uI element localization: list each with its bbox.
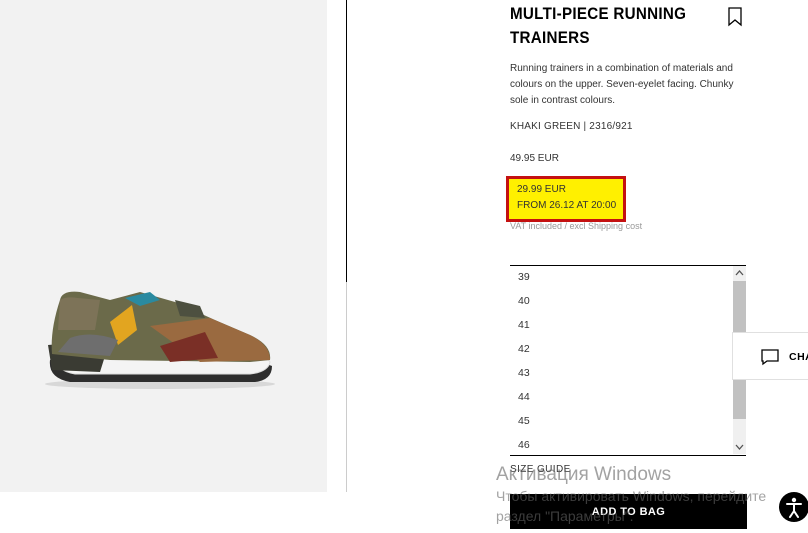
size-option[interactable]: 42 — [518, 343, 530, 355]
chat-label: CHA — [789, 351, 808, 363]
windows-activation-watermark-title: Активация Windows — [496, 464, 672, 485]
bookmark-icon[interactable] — [726, 6, 744, 28]
windows-activation-watermark-text: Чтобы активировать Windows, перейдите — [496, 488, 767, 504]
size-option[interactable]: 41 — [518, 319, 530, 331]
sneaker-image — [45, 291, 275, 389]
product-title: MULTI-PIECE RUNNING TRAINERS — [510, 5, 687, 47]
size-option[interactable]: 43 — [518, 367, 530, 379]
product-image[interactable] — [0, 0, 327, 492]
size-option[interactable]: 39 — [518, 271, 530, 283]
scroll-down-icon[interactable] — [733, 440, 746, 454]
vat-note: VAT included / excl Shipping cost — [510, 221, 643, 231]
divider — [346, 0, 347, 282]
product-price: 49.95 EUR — [510, 153, 559, 164]
size-option[interactable]: 46 — [518, 439, 530, 451]
size-option[interactable]: 45 — [518, 415, 530, 427]
scroll-up-icon[interactable] — [733, 266, 746, 280]
product-color-reference: KHAKI GREEN | 2316/921 — [510, 121, 633, 132]
promo-price-highlight: 29.99 EUR FROM 26.12 AT 20:00 — [506, 176, 626, 222]
promo-price: 29.99 EUR — [517, 184, 566, 195]
product-description: Running trainers in a combination of mat… — [510, 63, 734, 106]
windows-activation-watermark-text: раздел "Параметры". — [496, 508, 634, 524]
chat-button[interactable]: CHA — [732, 332, 808, 380]
size-option[interactable]: 40 — [518, 295, 530, 307]
accessibility-icon[interactable] — [779, 492, 808, 522]
size-selector-list[interactable]: 39 40 41 42 43 44 45 46 — [510, 265, 746, 456]
promo-date: FROM 26.12 AT 20:00 — [517, 200, 617, 211]
divider — [346, 282, 347, 492]
size-option[interactable]: 44 — [518, 391, 530, 403]
chat-icon — [761, 349, 779, 366]
